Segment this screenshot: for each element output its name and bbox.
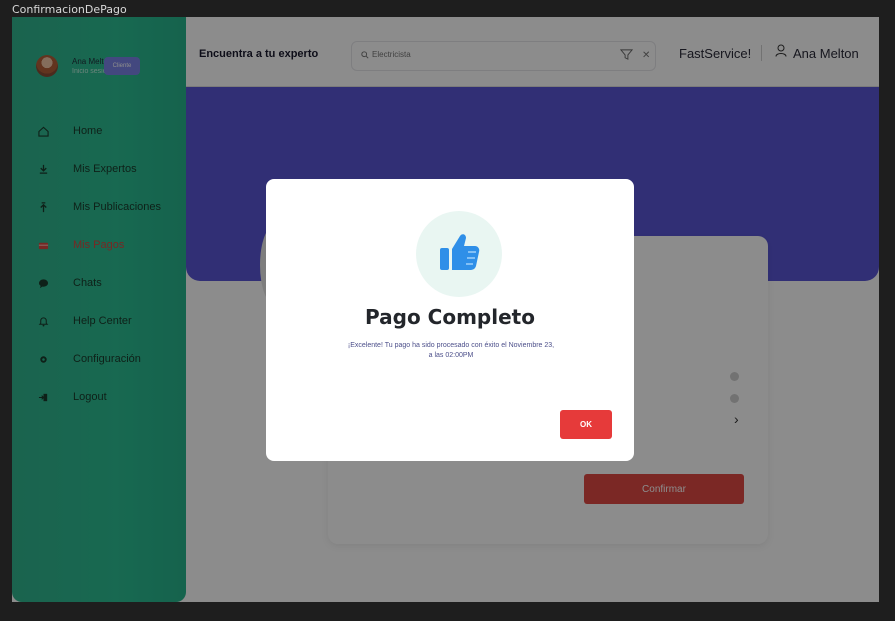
frame-title: ConfirmacionDePago xyxy=(12,3,127,16)
payment-success-modal: Pago Completo ¡Excelente! Tu pago ha sid… xyxy=(266,179,634,461)
thumbs-up-icon xyxy=(438,232,480,277)
modal-message: ¡Excelente! Tu pago ha sido procesado co… xyxy=(347,342,555,359)
ok-button[interactable]: OK xyxy=(560,410,612,439)
app-window: Ana Melton Inicio sesión Cliente Home Mi… xyxy=(12,17,879,602)
modal-title: Pago Completo xyxy=(365,305,535,329)
success-icon-container xyxy=(416,211,502,297)
